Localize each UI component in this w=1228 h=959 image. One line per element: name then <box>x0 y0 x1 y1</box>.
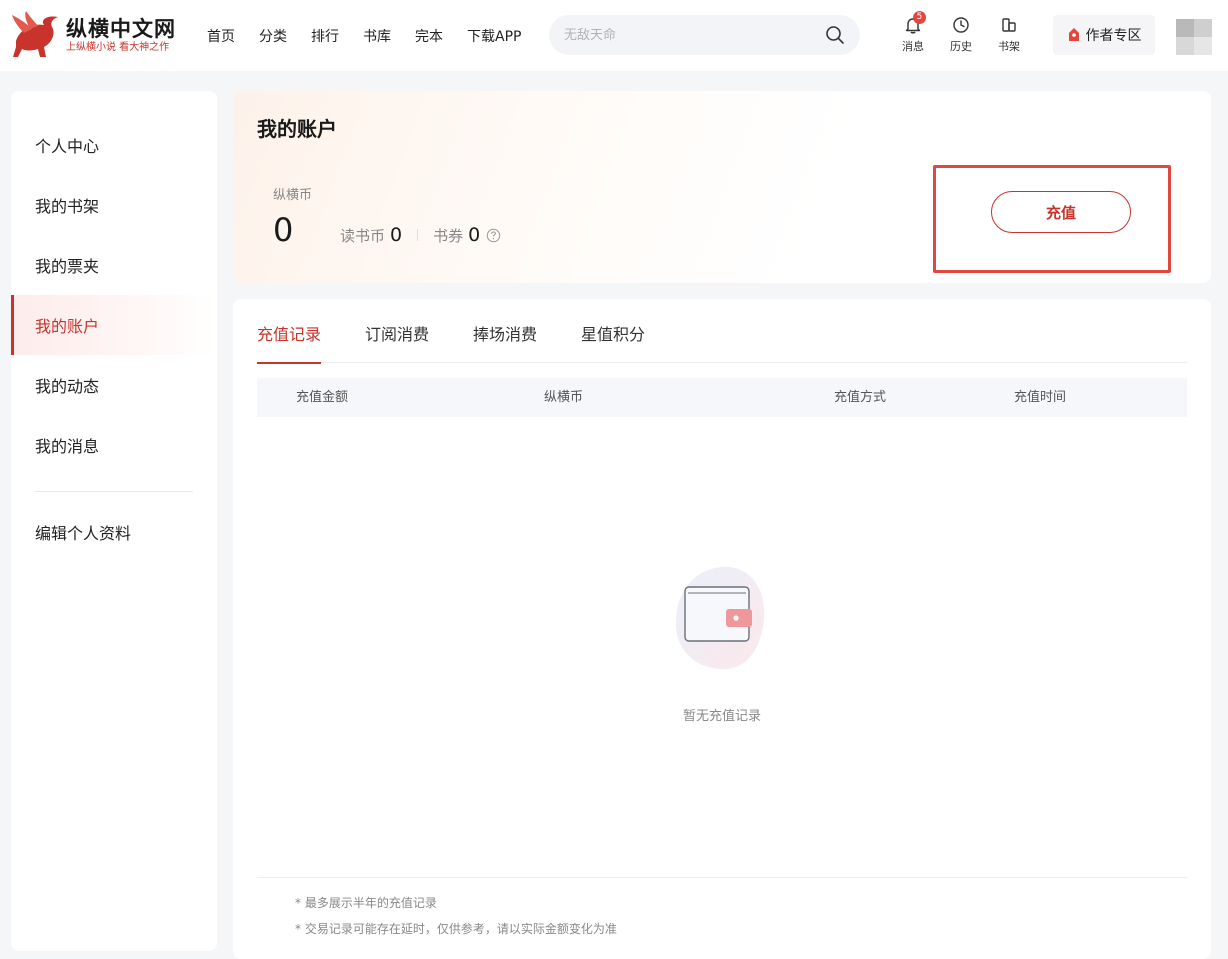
author-zone-button[interactable]: 作者专区 <box>1053 15 1155 55</box>
user-avatar[interactable] <box>1176 19 1212 55</box>
nav-library[interactable]: 书库 <box>363 26 391 46</box>
footer-divider <box>257 877 1187 878</box>
sidebar-item-personal-center[interactable]: 个人中心 <box>11 115 217 175</box>
messages-button[interactable]: 5 消息 <box>893 11 933 54</box>
voucher-value: 0 <box>468 224 481 246</box>
nav-category[interactable]: 分类 <box>259 26 287 46</box>
tab-support-spend[interactable]: 捧场消费 <box>473 299 537 363</box>
history-button[interactable]: 历史 <box>941 16 981 54</box>
main-nav: 首页 分类 排行 书库 完本 下载APP <box>207 0 545 71</box>
search-bar <box>549 15 860 55</box>
nav-completed[interactable]: 完本 <box>415 26 443 46</box>
site-logo[interactable]: 纵横中文网 上纵横小说 看大神之作 <box>10 10 180 62</box>
sidebar-divider <box>35 491 193 492</box>
search-icon[interactable] <box>825 25 845 45</box>
sidebar-item-messages[interactable]: 我的消息 <box>11 415 217 475</box>
records-tabs: 充值记录 订阅消费 捧场消费 星值积分 <box>257 299 1187 364</box>
recharge-button[interactable]: 充值 <box>991 191 1131 233</box>
sidebar-item-edit-profile[interactable]: 编辑个人资料 <box>11 502 217 562</box>
author-zone-label: 作者专区 <box>1085 28 1142 44</box>
note-delay: * 交易记录可能存在延时，仅供参考，请以实际金额变化为准 <box>295 922 617 936</box>
nav-ranking[interactable]: 排行 <box>311 26 339 46</box>
empty-state: 暂无充值记录 <box>233 559 1211 724</box>
sidebar-item-activity[interactable]: 我的动态 <box>11 355 217 415</box>
messages-label: 消息 <box>902 40 924 53</box>
sidebar-item-my-account[interactable]: 我的账户 <box>11 295 217 355</box>
records-card: 充值记录 订阅消费 捧场消费 星值积分 充值金额 纵横币 充值方式 充值时间 暂… <box>233 299 1211 959</box>
account-summary-card: 我的账户 纵横币 0 读书币 0 书券 0 充值 <box>233 91 1211 283</box>
top-header: 纵横中文网 上纵横小说 看大神之作 首页 分类 排行 书库 完本 下载APP 5… <box>0 0 1228 71</box>
balance-separator <box>417 229 419 241</box>
column-header-method: 充值方式 <box>834 390 887 405</box>
pegasus-logo-icon <box>12 11 58 57</box>
reading-coin-label: 读书币 <box>340 226 386 245</box>
sidebar-item-tickets[interactable]: 我的票夹 <box>11 235 217 295</box>
message-count-badge: 5 <box>913 11 926 24</box>
records-table-header: 充值金额 纵横币 充值方式 充值时间 <box>257 378 1187 417</box>
column-header-amount: 充值金额 <box>296 390 349 405</box>
column-header-time: 充值时间 <box>1014 390 1067 405</box>
page-title: 我的账户 <box>257 117 337 141</box>
note-half-year: * 最多展示半年的充值记录 <box>295 896 437 910</box>
voucher-label: 书券 <box>433 226 464 245</box>
tab-star-points[interactable]: 星值积分 <box>581 299 645 363</box>
account-sidebar: 个人中心 我的书架 我的票夹 我的账户 我的动态 我的消息 编辑个人资料 <box>11 91 217 951</box>
tab-recharge-records[interactable]: 充值记录 <box>257 299 322 364</box>
search-input[interactable] <box>564 27 825 43</box>
sub-balances: 读书币 0 书券 0 <box>340 224 501 246</box>
nav-home[interactable]: 首页 <box>207 26 235 46</box>
column-header-coins: 纵横币 <box>544 390 584 405</box>
question-mark-icon[interactable] <box>486 228 501 243</box>
bookshelf-button[interactable]: 书架 <box>989 16 1029 54</box>
nav-download-app[interactable]: 下载APP <box>467 26 521 46</box>
coin-balance: 0 <box>273 211 294 249</box>
bookshelf-icon <box>1002 18 1016 32</box>
reading-coin-value: 0 <box>390 224 403 246</box>
clock-icon <box>953 17 969 33</box>
history-label: 历史 <box>950 40 972 53</box>
coin-label: 纵横币 <box>273 188 313 203</box>
logo-title: 纵横中文网 <box>66 17 176 41</box>
empty-wallet-icon <box>675 566 765 670</box>
logo-slogan: 上纵横小说 看大神之作 <box>66 42 170 53</box>
empty-state-text: 暂无充值记录 <box>682 709 761 724</box>
bookshelf-label: 书架 <box>998 40 1020 53</box>
author-pen-icon <box>1068 28 1079 41</box>
sidebar-item-bookshelf[interactable]: 我的书架 <box>11 175 217 235</box>
tab-subscription-spend[interactable]: 订阅消费 <box>365 299 429 363</box>
